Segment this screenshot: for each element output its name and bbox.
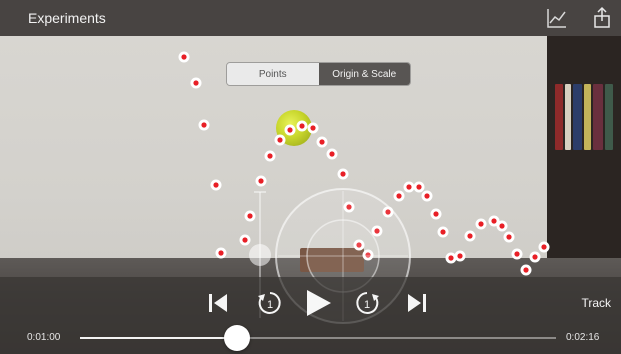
tracked-point-dot: [396, 193, 402, 199]
tracked-point-dot: [491, 218, 497, 224]
tracked-point-dot: [247, 213, 253, 219]
tracked-point-dot: [277, 137, 283, 143]
video-frame[interactable]: Experiments Points Origin & Scale 1 1 Tr…: [0, 0, 621, 354]
svg-text:1: 1: [364, 299, 370, 311]
segment-origin-scale[interactable]: Origin & Scale: [318, 63, 410, 85]
step-forward-icon[interactable]: 1: [353, 289, 381, 317]
tracked-point-dot: [287, 127, 293, 133]
tracked-point-dot: [242, 237, 248, 243]
tracked-point-dot: [467, 233, 473, 239]
tracked-point-dot: [457, 253, 463, 259]
step-back-icon[interactable]: 1: [256, 289, 284, 317]
time-current: 0:01:00: [27, 332, 61, 343]
tracked-point-dot: [201, 122, 207, 128]
tracked-point-dot: [448, 255, 454, 261]
tracked-point-dot: [181, 54, 187, 60]
tracked-point-dot: [406, 184, 412, 190]
svg-text:1: 1: [267, 299, 273, 311]
tracked-point-dot: [319, 139, 325, 145]
track-button[interactable]: Track: [581, 296, 611, 310]
tracked-point-dot: [433, 211, 439, 217]
tracked-point-dot: [514, 251, 520, 257]
mode-segmented-control[interactable]: Points Origin & Scale: [226, 62, 411, 86]
tracked-point-dot: [532, 254, 538, 260]
segment-points[interactable]: Points: [227, 63, 319, 85]
line-graph-icon[interactable]: [545, 6, 569, 30]
tracked-point-dot: [424, 193, 430, 199]
tracked-point-dot: [499, 223, 505, 229]
tracked-point-dot: [416, 184, 422, 190]
play-icon[interactable]: [302, 287, 334, 319]
tracked-point-dot: [299, 123, 305, 129]
tracked-point-dot: [506, 234, 512, 240]
tracked-point-dot: [267, 153, 273, 159]
tracked-point-dot: [193, 80, 199, 86]
page-title: Experiments: [28, 10, 106, 26]
tracked-point-dot: [440, 229, 446, 235]
tracked-point-dot: [218, 250, 224, 256]
scrubber-progress: [80, 337, 238, 339]
tracked-point-dot: [523, 267, 529, 273]
time-total: 0:02:16: [566, 332, 600, 343]
tracked-point-dot: [310, 125, 316, 131]
tracked-point-dot: [340, 171, 346, 177]
tracked-point-dot: [541, 244, 547, 250]
tracked-point-dot: [213, 182, 219, 188]
tracked-point-dot: [258, 178, 264, 184]
scrubber-knob[interactable]: [224, 325, 251, 351]
share-icon[interactable]: [590, 6, 614, 30]
playback-bar: 1 1 Track 0:01:00 0:02:16: [0, 277, 621, 354]
tracked-point-dot: [329, 151, 335, 157]
skip-to-end-icon[interactable]: [405, 291, 429, 315]
skip-to-start-icon[interactable]: [206, 291, 230, 315]
tracked-point-dot: [478, 221, 484, 227]
top-bar: Experiments: [0, 0, 621, 36]
